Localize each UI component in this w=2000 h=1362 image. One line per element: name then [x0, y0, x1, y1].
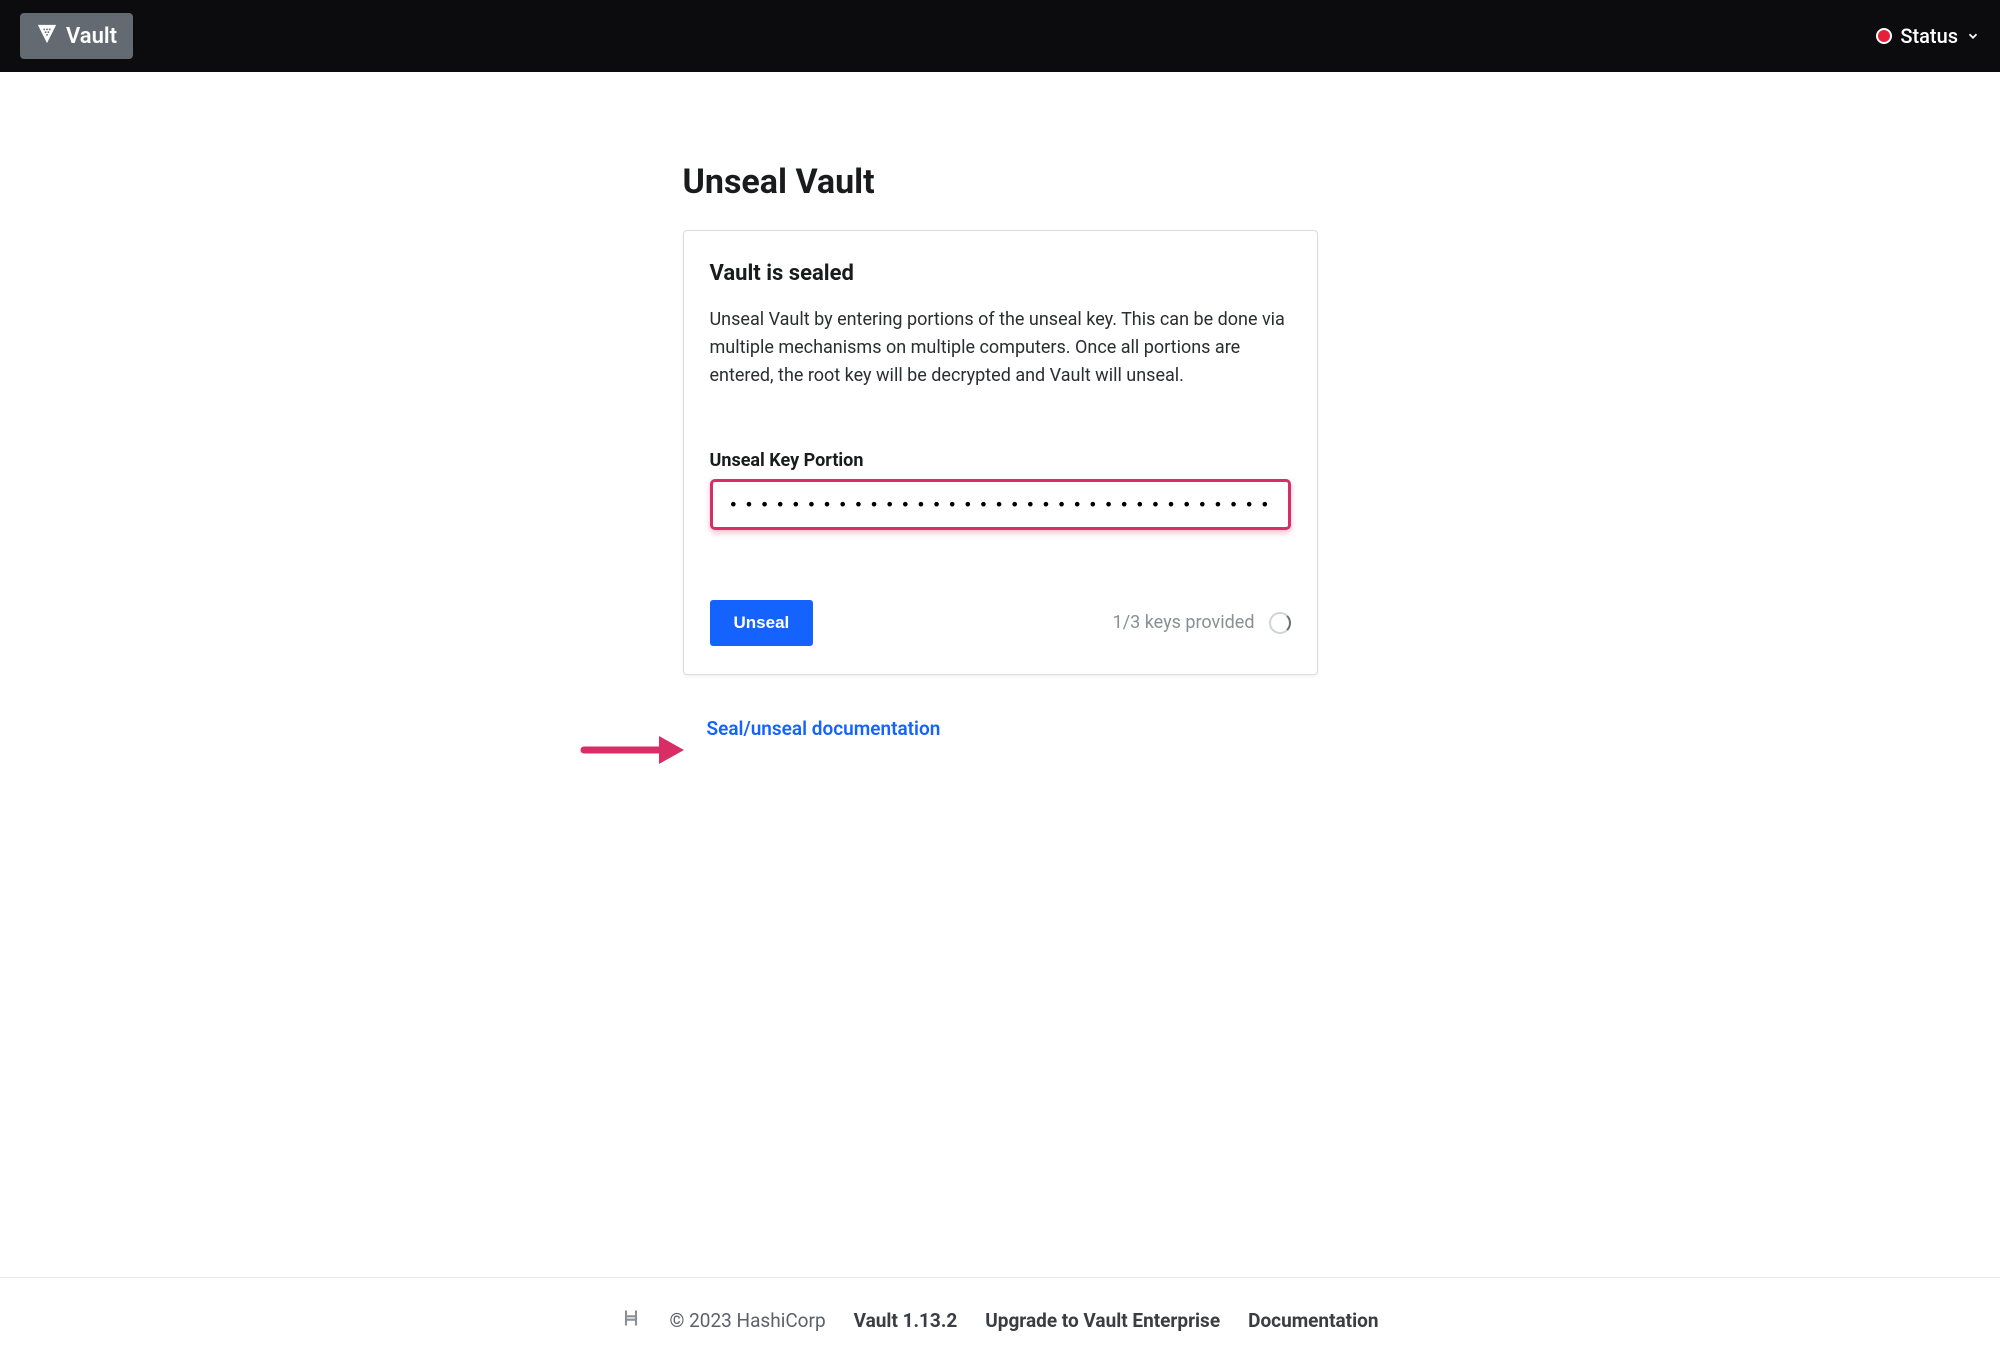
footer-version: Vault 1.13.2: [854, 1309, 958, 1332]
documentation-link[interactable]: Documentation: [1248, 1309, 1378, 1332]
card-title: Vault is sealed: [710, 261, 1291, 286]
main-content: Unseal Vault Vault is sealed Unseal Vaul…: [0, 72, 2000, 800]
content-wrapper: Unseal Vault Vault is sealed Unseal Vaul…: [683, 162, 1318, 740]
app-header: Vault Status: [0, 0, 2000, 72]
page-title: Unseal Vault: [683, 162, 1318, 202]
footer-copyright: © 2023 HashiCorp: [669, 1309, 825, 1332]
upgrade-link[interactable]: Upgrade to Vault Enterprise: [985, 1309, 1220, 1332]
vault-logo-text: Vault: [66, 24, 117, 49]
status-label: Status: [1900, 24, 1958, 48]
keys-status: 1/3 keys provided: [1113, 612, 1291, 634]
card-description: Unseal Vault by entering portions of the…: [710, 306, 1291, 390]
vault-logo-icon: [36, 23, 58, 49]
unseal-card: Vault is sealed Unseal Vault by entering…: [683, 230, 1318, 675]
keys-provided-text: 1/3 keys provided: [1113, 612, 1255, 633]
card-footer: Unseal 1/3 keys provided: [710, 600, 1291, 646]
status-dropdown[interactable]: Status: [1876, 24, 1980, 48]
progress-circle-icon: [1269, 612, 1291, 634]
unseal-key-label: Unseal Key Portion: [710, 450, 1291, 471]
footer: © 2023 HashiCorp Vault 1.13.2 Upgrade to…: [0, 1277, 2000, 1362]
unseal-key-input[interactable]: [710, 479, 1291, 530]
status-indicator-icon: [1876, 28, 1892, 44]
unseal-button[interactable]: Unseal: [710, 600, 814, 646]
vault-logo-button[interactable]: Vault: [20, 13, 133, 59]
arrow-annotation-icon: [579, 730, 689, 770]
input-wrapper: [710, 479, 1291, 530]
hashicorp-icon: [621, 1308, 641, 1332]
chevron-down-icon: [1966, 24, 1980, 48]
seal-unseal-docs-link[interactable]: Seal/unseal documentation: [707, 717, 941, 740]
